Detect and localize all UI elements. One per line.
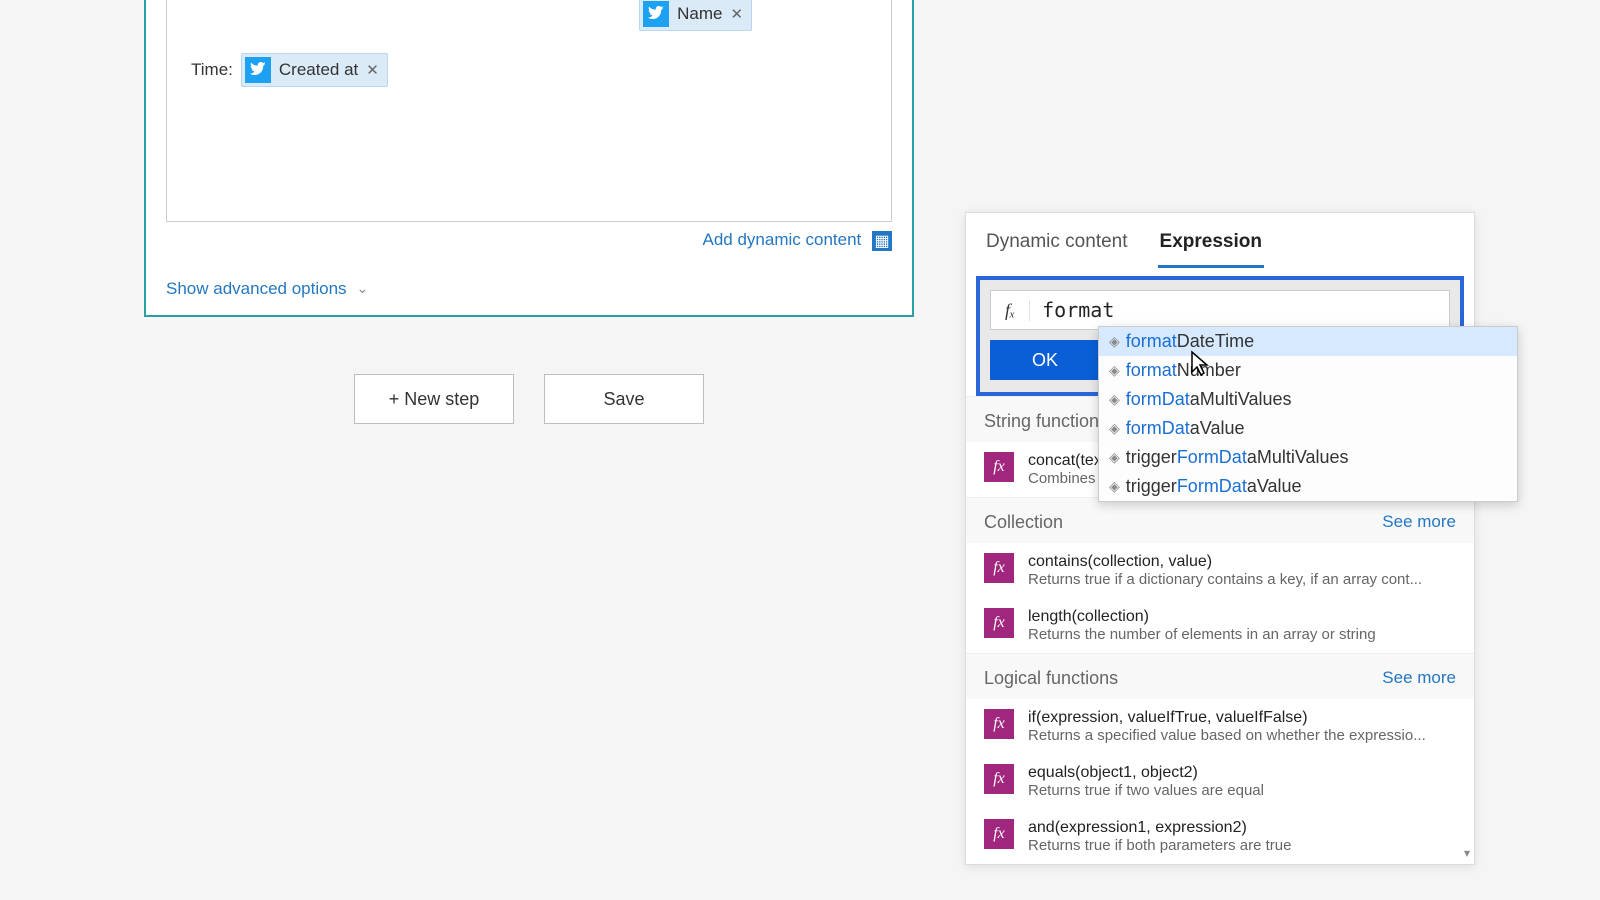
fx-row: fₓ xyxy=(990,290,1450,330)
token-name[interactable]: Name ✕ xyxy=(639,0,752,31)
category-header: Logical functions See more xyxy=(966,653,1474,699)
function-item[interactable]: fx contains(collection, value) Returns t… xyxy=(966,543,1474,598)
twitter-icon xyxy=(643,1,669,27)
symbol-icon: ◈ xyxy=(1109,449,1120,466)
fx-badge-icon: fx xyxy=(984,452,1014,482)
category-header: Collection See more xyxy=(966,497,1474,543)
fx-editor: fₓ OK ◈ formatDateTime ◈ formatNumber ◈ … xyxy=(976,276,1464,396)
fx-badge-icon: fx xyxy=(984,709,1014,739)
category-title: Collection xyxy=(984,512,1063,533)
twitter-icon xyxy=(245,57,271,83)
function-desc: Returns true if both parameters are true xyxy=(1028,837,1456,854)
function-signature: and(expression1, expression2) xyxy=(1028,819,1456,837)
function-signature: contains(collection, value) xyxy=(1028,553,1456,571)
show-adv-text: Show advanced options xyxy=(166,279,347,299)
autocomplete-item[interactable]: ◈ formDataValue xyxy=(1099,414,1517,443)
ok-button[interactable]: OK xyxy=(990,340,1100,380)
function-item[interactable]: fx if(expression, valueIfTrue, valueIfFa… xyxy=(966,699,1474,754)
fx-badge-icon: fx xyxy=(984,764,1014,794)
symbol-icon: ◈ xyxy=(1109,420,1120,437)
function-item[interactable]: fx equals(object1, object2) Returns true… xyxy=(966,754,1474,809)
fx-badge-icon: fx xyxy=(984,819,1014,849)
fx-badge-icon: fx xyxy=(984,608,1014,638)
symbol-icon: ◈ xyxy=(1109,333,1120,350)
field-row-time: Time: Created at ✕ xyxy=(175,49,883,91)
function-signature: if(expression, valueIfTrue, valueIfFalse… xyxy=(1028,709,1456,727)
symbol-icon: ◈ xyxy=(1109,391,1120,408)
tab-dynamic-content[interactable]: Dynamic content xyxy=(984,223,1130,268)
symbol-icon: ◈ xyxy=(1109,362,1120,379)
scroll-indicator-icon[interactable]: ▾ xyxy=(1464,846,1470,860)
function-desc: Returns a specified value based on wheth… xyxy=(1028,727,1456,744)
new-step-button[interactable]: + New step xyxy=(354,374,514,424)
see-more-link[interactable]: See more xyxy=(1382,668,1456,689)
tab-expression[interactable]: Expression xyxy=(1158,223,1264,268)
function-desc: Returns true if two values are equal xyxy=(1028,782,1456,799)
see-more-link[interactable]: See more xyxy=(1382,512,1456,533)
field-row-name: Name of the user: Name ✕ xyxy=(175,0,883,35)
field-label-time: Time: xyxy=(191,60,233,80)
autocomplete-item[interactable]: ◈ formatNumber xyxy=(1099,356,1517,385)
symbol-icon: ◈ xyxy=(1109,478,1120,495)
compose-body[interactable]: Name of the user: Name ✕ Time: Created a… xyxy=(166,0,892,222)
autocomplete-item[interactable]: ◈ triggerFormDataMultiValues xyxy=(1099,443,1517,472)
function-item[interactable]: fx length(collection) Returns the number… xyxy=(966,598,1474,653)
expression-input[interactable] xyxy=(1030,291,1449,329)
autocomplete-item[interactable]: ◈ formatDateTime xyxy=(1099,327,1517,356)
function-signature: length(collection) xyxy=(1028,608,1456,626)
close-icon[interactable]: ✕ xyxy=(366,61,379,79)
plus-icon[interactable]: ▦ xyxy=(872,231,892,251)
panel-tabs: Dynamic content Expression xyxy=(966,213,1474,268)
category-title: String functions xyxy=(984,411,1108,432)
autocomplete-item[interactable]: ◈ triggerFormDataValue xyxy=(1099,472,1517,501)
action-card: Name of the user: Name ✕ Time: Created a… xyxy=(144,0,914,317)
close-icon[interactable]: ✕ xyxy=(730,5,743,23)
autocomplete-item[interactable]: ◈ formDataMultiValues xyxy=(1099,385,1517,414)
token-text-name: Name xyxy=(677,4,722,24)
fx-icon: fₓ xyxy=(991,300,1030,321)
save-button[interactable]: Save xyxy=(544,374,704,424)
action-row: + New step Save xyxy=(144,350,914,424)
add-dynamic-link[interactable]: Add dynamic content xyxy=(703,230,862,249)
expression-panel: Dynamic content Expression fₓ OK ◈ forma… xyxy=(965,212,1475,865)
add-dynamic-row: Add dynamic content ▦ xyxy=(146,222,912,265)
function-signature: equals(object1, object2) xyxy=(1028,764,1456,782)
category-title: Logical functions xyxy=(984,668,1118,689)
token-text-created: Created at xyxy=(279,60,358,80)
show-adv-link[interactable]: Show advanced options ⌄ xyxy=(146,265,912,315)
chevron-down-icon: ⌄ xyxy=(357,280,369,297)
function-desc: Returns the number of elements in an arr… xyxy=(1028,626,1456,643)
autocomplete-popup: ◈ formatDateTime ◈ formatNumber ◈ formDa… xyxy=(1098,326,1518,502)
fx-badge-icon: fx xyxy=(984,553,1014,583)
token-created-at[interactable]: Created at ✕ xyxy=(241,53,388,87)
function-item[interactable]: fx and(expression1, expression2) Returns… xyxy=(966,809,1474,864)
function-desc: Returns true if a dictionary contains a … xyxy=(1028,571,1456,588)
